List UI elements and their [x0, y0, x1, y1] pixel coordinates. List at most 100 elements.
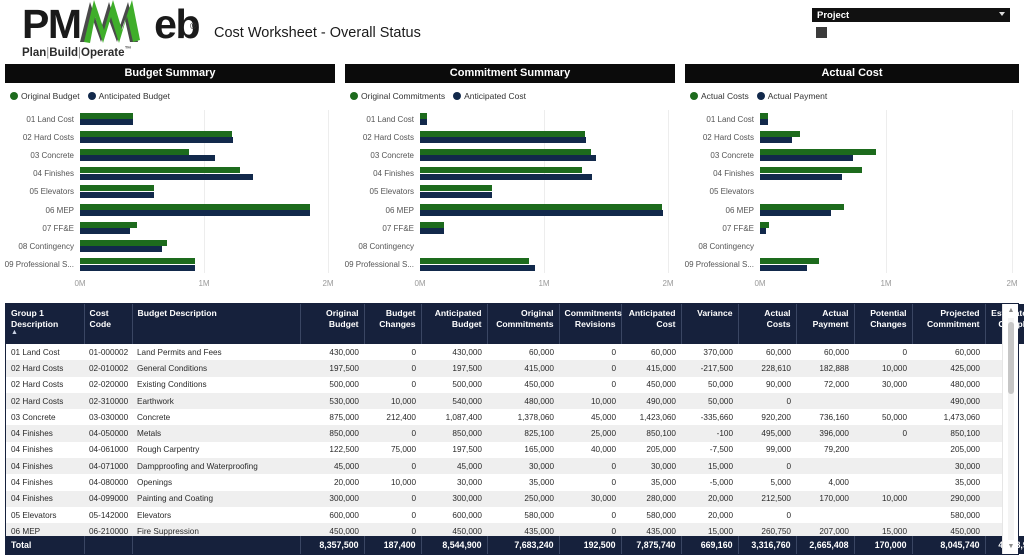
project-slicer-header[interactable]: Project: [812, 8, 1010, 22]
chart-bar-group: [420, 148, 680, 163]
chart-bar[interactable]: [80, 149, 189, 155]
chart-title: Actual Cost: [685, 64, 1019, 83]
table-row[interactable]: 02 Hard Costs02-010002General Conditions…: [6, 360, 1018, 376]
table-row[interactable]: 04 Finishes04-071000Dampproofing and Wat…: [6, 458, 1018, 474]
registered-mark: ®: [190, 6, 195, 46]
column-header-variance[interactable]: Variance: [681, 304, 738, 344]
chevron-down-icon[interactable]: ▼: [1003, 540, 1019, 554]
chart-bar[interactable]: [80, 222, 137, 228]
chart-bar[interactable]: [420, 113, 427, 119]
chart-bar[interactable]: [80, 246, 162, 252]
chart-bar[interactable]: [80, 210, 310, 216]
chart-bar[interactable]: [80, 174, 253, 180]
chart-bar[interactable]: [760, 265, 807, 271]
chart-bar[interactable]: [420, 167, 582, 173]
chart-bar[interactable]: [80, 192, 154, 198]
chart-bar[interactable]: [80, 167, 240, 173]
chart-bar[interactable]: [760, 258, 819, 264]
chart-bar[interactable]: [760, 119, 768, 125]
chart-bar[interactable]: [80, 265, 195, 271]
chart-bar[interactable]: [420, 185, 492, 191]
chart-bar[interactable]: [760, 204, 844, 210]
column-header-anticipated_budget[interactable]: Anticipated Budget: [421, 304, 487, 344]
chart-bar[interactable]: [80, 113, 133, 119]
chart-bar[interactable]: [760, 210, 831, 216]
column-header-actual_costs[interactable]: Actual Costs: [738, 304, 796, 344]
project-slicer[interactable]: Project: [812, 8, 1010, 38]
column-header-group1[interactable]: Group 1 Description▲: [6, 304, 84, 344]
sort-ascending-icon[interactable]: ▲: [11, 330, 79, 335]
chevron-down-icon[interactable]: [999, 12, 1005, 16]
table-row[interactable]: 02 Hard Costs02-020000Existing Condition…: [6, 377, 1018, 393]
chart-bar[interactable]: [80, 228, 130, 234]
cell-actual_costs: 0: [738, 507, 796, 523]
table-row[interactable]: 03 Concrete03-030000Concrete875,000212,4…: [6, 409, 1018, 425]
table-row[interactable]: 04 Finishes04-061000Rough Carpentry122,5…: [6, 442, 1018, 458]
chart-bar[interactable]: [80, 258, 195, 264]
column-header-commitments_revisions[interactable]: Commitments Revisions: [559, 304, 621, 344]
chart-category-row: 06 MEP: [0, 201, 340, 219]
column-header-projected_commitment[interactable]: Projected Commitment: [912, 304, 985, 344]
column-header-original_budget[interactable]: Original Budget: [300, 304, 364, 344]
column-header-anticipated_cost[interactable]: Anticipated Cost: [621, 304, 681, 344]
table-row[interactable]: 01 Land Cost01-000002Land Permits and Fe…: [6, 344, 1018, 360]
column-header-budget_changes[interactable]: Budget Changes: [364, 304, 421, 344]
chart-bar[interactable]: [420, 131, 585, 137]
chart-bar[interactable]: [80, 119, 133, 125]
chart-bar[interactable]: [420, 204, 662, 210]
chart-bar[interactable]: [760, 113, 768, 119]
legend-item[interactable]: Anticipated Budget: [88, 91, 170, 101]
chart-bar[interactable]: [760, 228, 766, 234]
checkbox-icon[interactable]: [816, 27, 827, 38]
column-header-cost_code[interactable]: Cost Code: [84, 304, 132, 344]
legend-item[interactable]: Anticipated Cost: [453, 91, 526, 101]
table-scroll-body[interactable]: 01 Land Cost01-000002Land Permits and Fe…: [6, 344, 1018, 540]
column-header-original_commitments[interactable]: Original Commitments: [487, 304, 559, 344]
legend-item[interactable]: Actual Costs: [690, 91, 749, 101]
table-row[interactable]: 02 Hard Costs02-310000Earthwork530,00010…: [6, 393, 1018, 409]
chart-bar[interactable]: [420, 192, 492, 198]
chart-bar[interactable]: [760, 149, 876, 155]
table-row[interactable]: 04 Finishes04-050000Metals850,0000850,00…: [6, 425, 1018, 441]
legend-item[interactable]: Original Commitments: [350, 91, 445, 101]
chart-bar[interactable]: [760, 167, 862, 173]
chart-bar[interactable]: [420, 155, 596, 161]
chart-bar[interactable]: [420, 222, 444, 228]
table-vertical-scrollbar[interactable]: ▲ ▼: [1002, 304, 1018, 554]
table-row[interactable]: 04 Finishes04-080000Openings20,00010,000…: [6, 474, 1018, 490]
total-cell-anticipated_cost: 7,875,740: [621, 536, 681, 554]
chart-bar[interactable]: [420, 174, 592, 180]
chevron-up-icon[interactable]: ▲: [1003, 304, 1019, 318]
scrollbar-thumb[interactable]: [1008, 322, 1014, 394]
project-slicer-item[interactable]: [812, 22, 1010, 38]
table-row[interactable]: 05 Elevators05-142000Elevators600,000060…: [6, 507, 1018, 523]
chart-bar[interactable]: [420, 119, 427, 125]
legend-item[interactable]: Actual Payment: [757, 91, 828, 101]
chart-bar[interactable]: [420, 210, 663, 216]
chart-bar[interactable]: [80, 204, 310, 210]
chart-bar[interactable]: [760, 131, 800, 137]
legend-item[interactable]: Original Budget: [10, 91, 80, 101]
chart-category-row: 06 MEP: [680, 201, 1024, 219]
chart-bar[interactable]: [760, 137, 792, 143]
chart-bar[interactable]: [80, 137, 233, 143]
legend-color-dot: [690, 92, 698, 100]
chart-bar[interactable]: [420, 258, 529, 264]
chart-bar[interactable]: [760, 155, 853, 161]
column-header-actual_payment[interactable]: Actual Payment: [796, 304, 854, 344]
chart-bar[interactable]: [80, 131, 232, 137]
column-header-potential_changes[interactable]: Potential Changes: [854, 304, 912, 344]
cell-variance: -7,500: [681, 442, 738, 458]
cell-cost_code: 05-142000: [84, 507, 132, 523]
chart-bar[interactable]: [760, 174, 842, 180]
chart-bar[interactable]: [760, 222, 769, 228]
chart-bar[interactable]: [420, 265, 535, 271]
column-header-budget_description[interactable]: Budget Description: [132, 304, 300, 344]
chart-bar[interactable]: [420, 149, 591, 155]
chart-bar[interactable]: [80, 240, 167, 246]
chart-bar[interactable]: [420, 137, 586, 143]
chart-bar[interactable]: [80, 155, 215, 161]
chart-bar[interactable]: [420, 228, 444, 234]
table-row[interactable]: 04 Finishes04-099000Painting and Coating…: [6, 491, 1018, 507]
chart-bar[interactable]: [80, 185, 154, 191]
